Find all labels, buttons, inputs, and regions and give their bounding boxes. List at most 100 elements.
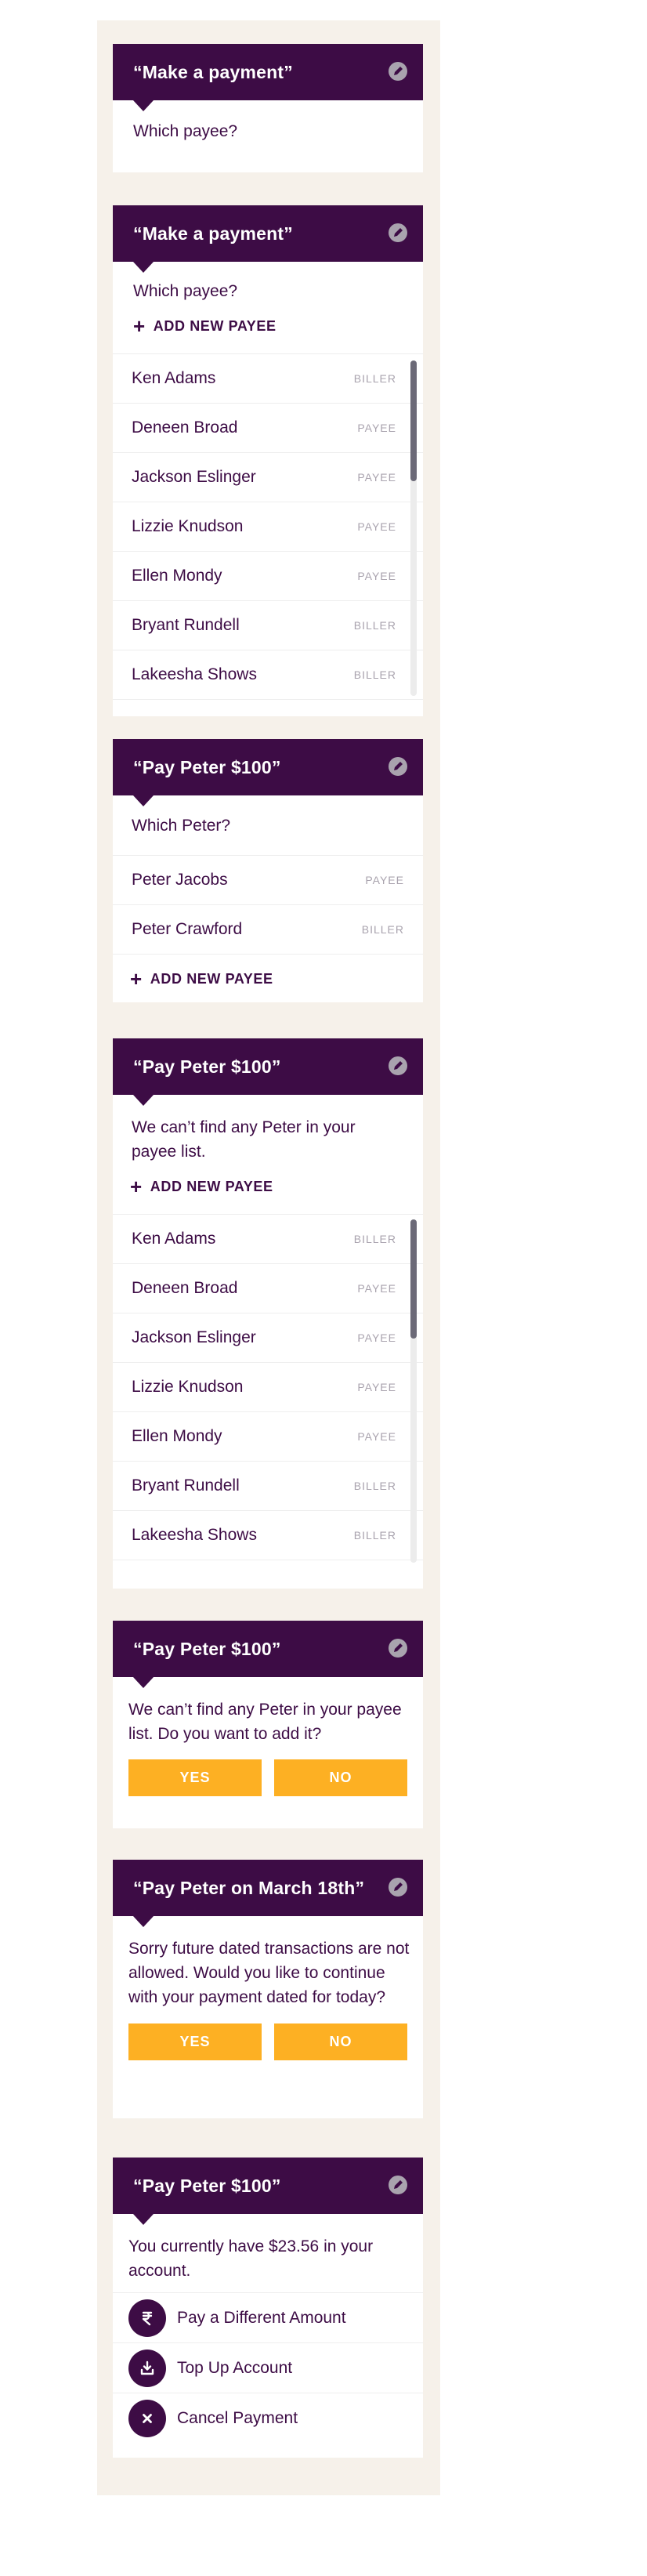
question-text: Which Peter?: [132, 816, 231, 835]
balance-message: You currently have $23.56 in your accoun…: [128, 2237, 374, 2280]
payee-list[interactable]: Ken Adams BILLER Deneen Broad PAYEE Jackso…: [113, 1214, 423, 1563]
payee-name: Deneen Broad: [132, 1279, 238, 1297]
payee-type-tag: PAYEE: [357, 1331, 396, 1344]
card-header: “Pay Peter $100”: [113, 1621, 423, 1688]
card-future-date-warning: “Pay Peter on March 18th” Sorry future d…: [113, 1860, 423, 2118]
message-text: Sorry future dated transactions are not …: [128, 1940, 410, 2006]
payee-name: Ken Adams: [132, 1230, 216, 1248]
payee-name: Jackson Eslinger: [132, 1328, 256, 1346]
question-text: Which payee?: [133, 282, 238, 300]
payee-name: Ellen Mondy: [132, 1427, 222, 1445]
speech-tail: [133, 262, 154, 273]
list-item[interactable]: Ellen Mondy PAYEE: [113, 552, 423, 601]
yes-button[interactable]: YES: [128, 2023, 262, 2060]
payee-name: Jackson Eslinger: [132, 468, 256, 486]
list-item[interactable]: Jackson Eslinger PAYEE: [113, 453, 423, 502]
edit-icon[interactable]: [389, 1056, 407, 1075]
card-title: “Pay Peter $100”: [133, 2175, 281, 2196]
edit-icon[interactable]: [389, 757, 407, 776]
edit-icon[interactable]: [389, 1639, 407, 1658]
scrollbar[interactable]: [410, 360, 417, 696]
message-text: We can’t find any Peter in your payee li…: [128, 1701, 402, 1743]
edit-icon[interactable]: [389, 2176, 407, 2194]
list-item[interactable]: Bryant Rundell BILLER: [113, 601, 423, 650]
payee-type-tag: BILLER: [353, 372, 396, 385]
add-new-payee-button[interactable]: + ADD NEW PAYEE: [113, 1164, 423, 1203]
plus-icon: +: [130, 1175, 143, 1198]
payee-type-tag: BILLER: [353, 619, 396, 632]
rupee-icon: [128, 2299, 166, 2337]
payee-name: Lakeesha Shows: [132, 665, 257, 683]
no-button[interactable]: NO: [274, 2023, 407, 2060]
payee-name: Ken Adams: [132, 369, 216, 387]
payee-type-tag: PAYEE: [357, 422, 396, 434]
scrollbar-thumb[interactable]: [410, 360, 417, 481]
card-make-payment-list: “Make a payment” Which payee? + ADD NEW …: [113, 205, 423, 716]
speech-tail: [133, 1095, 154, 1106]
card-make-payment-prompt: “Make a payment” Which payee?: [113, 44, 423, 172]
question-text: Which payee?: [133, 122, 238, 140]
card-header: “Pay Peter $100”: [113, 2158, 423, 2225]
cancel-payment-option[interactable]: Cancel Payment: [113, 2393, 423, 2443]
edit-icon[interactable]: [389, 1878, 407, 1897]
card-title: “Pay Peter $100”: [133, 1638, 281, 1659]
card-peter-not-found-list: “Pay Peter $100” We can’t find any Peter…: [113, 1038, 423, 1589]
yes-button[interactable]: YES: [128, 1759, 262, 1796]
card-header: “Make a payment”: [113, 44, 423, 111]
payee-name: Lakeesha Shows: [132, 1526, 257, 1544]
payee-type-tag: BILLER: [353, 1480, 396, 1492]
plus-icon: +: [133, 314, 146, 338]
payee-name: Deneen Broad: [132, 418, 238, 437]
payee-type-tag: PAYEE: [357, 1381, 396, 1393]
payee-type-tag: PAYEE: [357, 520, 396, 533]
payee-type-tag: PAYEE: [357, 471, 396, 484]
list-item[interactable]: Bryant Rundell BILLER: [113, 1462, 423, 1511]
list-item[interactable]: Peter Crawford BILLER: [113, 905, 423, 955]
list-item[interactable]: Ellen Mondy PAYEE: [113, 1412, 423, 1462]
pay-different-amount-option[interactable]: Pay a Different Amount: [113, 2292, 423, 2342]
list-item[interactable]: Ken Adams BILLER: [113, 1215, 423, 1264]
card-title: “Make a payment”: [133, 223, 293, 244]
list-item[interactable]: Lizzie Knudson PAYEE: [113, 502, 423, 552]
edit-icon[interactable]: [389, 62, 407, 81]
list-item[interactable]: Lakeesha Shows BILLER: [113, 1511, 423, 1560]
add-new-payee-button[interactable]: + ADD NEW PAYEE: [113, 303, 423, 341]
card-header: “Pay Peter on March 18th”: [113, 1860, 423, 1927]
edit-icon[interactable]: [389, 223, 407, 242]
payee-type-tag: BILLER: [361, 923, 404, 936]
scrollbar[interactable]: [410, 1219, 417, 1563]
list-item[interactable]: Deneen Broad PAYEE: [113, 1264, 423, 1313]
list-item[interactable]: Lizzie Knudson PAYEE: [113, 1363, 423, 1412]
payee-list[interactable]: Peter Jacobs PAYEE Peter Crawford BILLER: [113, 855, 423, 955]
add-new-payee-button[interactable]: + ADD NEW PAYEE: [113, 955, 423, 1003]
add-payee-label: ADD NEW PAYEE: [150, 970, 273, 987]
top-up-account-option[interactable]: Top Up Account: [113, 2342, 423, 2393]
option-label: Top Up Account: [177, 2358, 293, 2377]
list-item[interactable]: Lakeesha Shows BILLER: [113, 650, 423, 700]
card-low-balance-options: “Pay Peter $100” You currently have $23.…: [113, 2158, 423, 2458]
list-item[interactable]: Ken Adams BILLER: [113, 354, 423, 404]
list-item[interactable]: Deneen Broad PAYEE: [113, 404, 423, 453]
message-text: We can’t find any Peter in your payee li…: [132, 1118, 356, 1161]
card-which-peter: “Pay Peter $100” Which Peter? Peter Jaco…: [113, 739, 423, 1002]
card-title: “Pay Peter on March 18th”: [133, 1877, 365, 1898]
list-item[interactable]: Jackson Eslinger PAYEE: [113, 1313, 423, 1363]
close-icon: [128, 2399, 166, 2437]
scrollbar-thumb[interactable]: [410, 1219, 417, 1339]
confirm-buttons: YES NO: [113, 2023, 423, 2060]
card-header: “Pay Peter $100”: [113, 1038, 423, 1106]
add-payee-label: ADD NEW PAYEE: [150, 1178, 273, 1194]
payee-list[interactable]: Ken Adams BILLER Deneen Broad PAYEE Jackso…: [113, 353, 423, 700]
confirm-buttons: YES NO: [113, 1759, 423, 1796]
card-title: “Pay Peter $100”: [133, 1056, 281, 1077]
card-title: “Make a payment”: [133, 61, 293, 82]
payee-name: Lizzie Knudson: [132, 1378, 244, 1396]
speech-tail: [133, 1677, 154, 1688]
card-title: “Pay Peter $100”: [133, 756, 281, 777]
list-item[interactable]: Peter Jacobs PAYEE: [113, 856, 423, 905]
payee-type-tag: PAYEE: [357, 570, 396, 582]
no-button[interactable]: NO: [274, 1759, 407, 1796]
speech-tail: [133, 100, 154, 111]
speech-tail: [133, 1916, 154, 1927]
payee-name: Peter Jacobs: [132, 871, 228, 889]
